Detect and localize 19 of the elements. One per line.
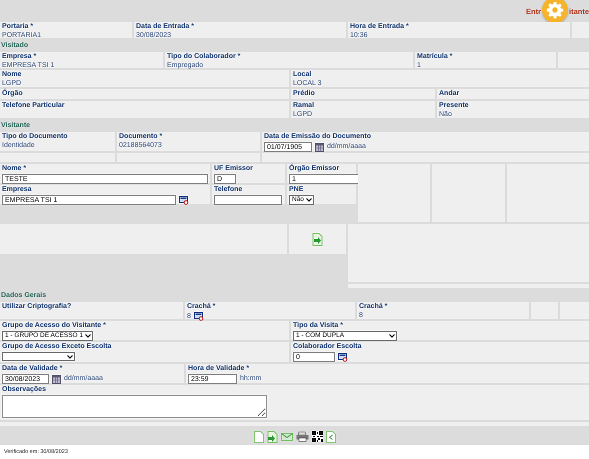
empty-panel	[358, 164, 430, 222]
share-document-icon[interactable]	[326, 430, 336, 442]
window-search-icon[interactable]	[338, 352, 348, 362]
window-search-icon[interactable]	[194, 312, 204, 321]
caret-icon	[306, 198, 312, 202]
window-search-icon[interactable]	[179, 196, 189, 204]
text-field[interactable]	[214, 195, 282, 205]
document-arrow-icon[interactable]	[312, 232, 323, 246]
caret-icon	[67, 354, 73, 358]
qr-code-icon[interactable]	[312, 431, 322, 442]
text-area[interactable]	[2, 395, 267, 418]
calendar-icon[interactable]	[52, 374, 61, 384]
document-arrow-icon[interactable]	[266, 430, 278, 442]
envelope-icon[interactable]	[280, 432, 292, 442]
calendar-icon[interactable]	[315, 142, 324, 152]
caret-icon	[85, 334, 92, 338]
dropdown[interactable]	[2, 352, 75, 361]
printer-icon[interactable]	[296, 431, 308, 442]
caret-icon	[389, 334, 395, 338]
